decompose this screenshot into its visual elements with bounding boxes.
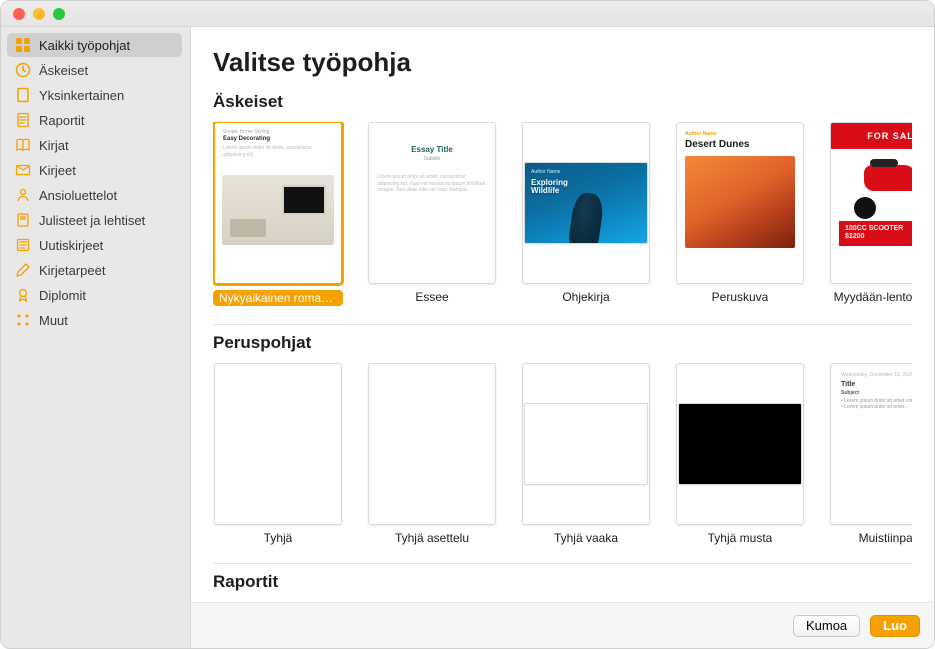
sidebar-item-label: Muut (39, 313, 68, 328)
sidebar-item-award[interactable]: Diplomit (7, 283, 182, 307)
create-button[interactable]: Luo (870, 615, 920, 637)
sidebar-item-label: Kirjeet (39, 163, 76, 178)
template-item[interactable]: Author NameExploringWildlife Ohjekirja (521, 122, 651, 306)
sidebar-item-label: Ansioluettelot (39, 188, 117, 203)
sidebar-item-stationery[interactable]: Kirjetarpeet (7, 258, 182, 282)
template-thumbnail (368, 363, 496, 525)
template-thumbnail: Author NameExploringWildlife (522, 122, 650, 284)
template-thumbnail: Essay TitleSubtitleLorem ipsum dolor sit… (368, 122, 496, 284)
footer: Kumoa Luo (191, 602, 934, 648)
template-caption: Muistiinpanot (859, 531, 912, 545)
template-item[interactable]: Simple Home StylingEasy DecoratingLorem … (213, 122, 343, 306)
basic-templates-grid: Tyhjä Tyhjä asettelu Tyhjä vaaka Tyhjä must… (213, 363, 912, 545)
titlebar (1, 1, 934, 27)
template-item[interactable]: Wednesday, December 16, 2020TitleSubject… (829, 363, 912, 545)
section-title-reports: Raportit (213, 572, 912, 592)
template-item[interactable]: Author NameDesert Dunes Peruskuva (675, 122, 805, 306)
template-caption: Ohjekirja (562, 290, 609, 304)
template-caption: Tyhjä vaaka (554, 531, 618, 545)
recent-templates-grid: Simple Home StylingEasy DecoratingLorem … (213, 122, 912, 306)
paper-icon (15, 87, 31, 103)
sidebar-item-person[interactable]: Ansioluettelot (7, 183, 182, 207)
template-caption: Tyhjä musta (708, 531, 773, 545)
grid-icon (15, 37, 31, 53)
envelope-icon (15, 162, 31, 178)
sidebar-item-envelope[interactable]: Kirjeet (7, 158, 182, 182)
template-item[interactable]: Tyhjä (213, 363, 343, 545)
report-icon (15, 112, 31, 128)
template-thumbnail (676, 363, 804, 525)
template-item[interactable]: Tyhjä musta (675, 363, 805, 545)
template-chooser-window: Kaikki työpohjat Äskeiset Yksinkertainen Ra… (0, 0, 935, 649)
poster-icon (15, 212, 31, 228)
page-title: Valitse työpohja (213, 47, 912, 78)
content-area: Valitse työpohja Äskeiset Simple Home St… (191, 27, 934, 602)
sidebar-item-label: Uutiskirjeet (39, 238, 103, 253)
minimize-window-icon[interactable] (33, 8, 45, 20)
cancel-button[interactable]: Kumoa (793, 615, 860, 637)
template-caption: Myydään-lentolehtinen (834, 290, 912, 304)
sidebar: Kaikki työpohjat Äskeiset Yksinkertainen Ra… (1, 27, 191, 648)
close-window-icon[interactable] (13, 8, 25, 20)
sidebar-item-grid2[interactable]: Muut (7, 308, 182, 332)
sidebar-item-label: Diplomit (39, 288, 86, 303)
template-item[interactable]: FOR SALE100CC SCOOTER$1200 Myydään-lentol… (829, 122, 912, 306)
sidebar-item-poster[interactable]: Julisteet ja lehtiset (7, 208, 182, 232)
award-icon (15, 287, 31, 303)
sidebar-item-paper[interactable]: Yksinkertainen (7, 83, 182, 107)
template-thumbnail (522, 363, 650, 525)
template-item[interactable]: Tyhjä asettelu (367, 363, 497, 545)
sidebar-item-grid[interactable]: Kaikki työpohjat (7, 33, 182, 57)
sidebar-item-label: Raportit (39, 113, 85, 128)
template-caption: Tyhjä asettelu (395, 531, 469, 545)
newsletter-icon (15, 237, 31, 253)
sidebar-item-label: Julisteet ja lehtiset (39, 213, 145, 228)
section-title-recent: Äskeiset (213, 92, 912, 112)
template-thumbnail: FOR SALE100CC SCOOTER$1200 (830, 122, 912, 284)
stationery-icon (15, 262, 31, 278)
section-title-basic: Peruspohjat (213, 333, 912, 353)
sidebar-item-label: Kirjat (39, 138, 69, 153)
sidebar-item-newsletter[interactable]: Uutiskirjeet (7, 233, 182, 257)
sidebar-item-label: Kaikki työpohjat (39, 38, 130, 53)
template-thumbnail (214, 363, 342, 525)
sidebar-item-label: Kirjetarpeet (39, 263, 105, 278)
template-caption: Essee (415, 290, 448, 304)
clock-icon (15, 62, 31, 78)
template-caption: Tyhjä (264, 531, 293, 545)
template-thumbnail: Simple Home StylingEasy DecoratingLorem … (214, 122, 342, 284)
template-item[interactable]: Essay TitleSubtitleLorem ipsum dolor sit… (367, 122, 497, 306)
book-icon (15, 137, 31, 153)
person-icon (15, 187, 31, 203)
template-item[interactable]: Tyhjä vaaka (521, 363, 651, 545)
sidebar-item-book[interactable]: Kirjat (7, 133, 182, 157)
template-thumbnail: Author NameDesert Dunes (676, 122, 804, 284)
template-thumbnail: Wednesday, December 16, 2020TitleSubject… (830, 363, 912, 525)
sidebar-item-clock[interactable]: Äskeiset (7, 58, 182, 82)
sidebar-item-label: Yksinkertainen (39, 88, 124, 103)
template-caption: Peruskuva (712, 290, 769, 304)
sidebar-item-report[interactable]: Raportit (7, 108, 182, 132)
template-caption: Nykyaikainen romaani (213, 290, 343, 306)
grid2-icon (15, 312, 31, 328)
zoom-window-icon[interactable] (53, 8, 65, 20)
sidebar-item-label: Äskeiset (39, 63, 88, 78)
